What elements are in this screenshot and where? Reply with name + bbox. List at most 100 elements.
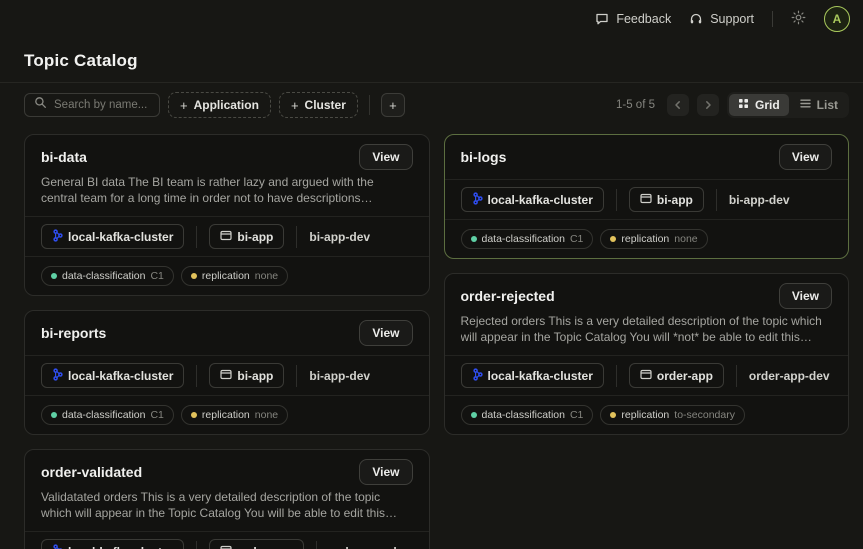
label-value: C1 bbox=[150, 409, 164, 421]
feedback-label: Feedback bbox=[616, 12, 672, 26]
grid-icon bbox=[738, 98, 749, 112]
card-tags-row: local-kafka-cluster order-app order-app-… bbox=[444, 355, 848, 395]
support-button[interactable]: Support bbox=[689, 12, 754, 26]
label-chip[interactable]: replication to-secondary bbox=[600, 405, 745, 425]
environment-tag[interactable]: bi-app-dev bbox=[729, 193, 790, 207]
label-dot-icon bbox=[470, 236, 477, 242]
cluster-tag-label: local-kafka-cluster bbox=[68, 368, 174, 383]
view-button[interactable]: View bbox=[359, 320, 413, 346]
application-tag-label: order-app bbox=[656, 368, 713, 383]
grid-view-button[interactable]: Grid bbox=[728, 94, 789, 116]
feedback-button[interactable]: Feedback bbox=[595, 12, 671, 26]
cards-column-right: bi-logs View local-kafka-cluster bi-app … bbox=[443, 134, 849, 435]
cards-column-left: bi-data View General BI data The BI team… bbox=[24, 134, 430, 549]
topic-card[interactable]: bi-reports View local-kafka-cluster bi-a… bbox=[24, 310, 430, 435]
toolbar-right: 1-5 of 5 Grid List bbox=[616, 92, 849, 118]
add-cluster-filter-button[interactable]: + Cluster bbox=[278, 92, 358, 118]
card-header: bi-logs View bbox=[445, 135, 849, 179]
topic-card[interactable]: bi-logs View local-kafka-cluster bi-app … bbox=[443, 134, 849, 259]
kafka-icon bbox=[52, 367, 63, 384]
cluster-tag[interactable]: local-kafka-cluster bbox=[460, 187, 604, 212]
card-labels-row: data-classification C1 replication none bbox=[25, 256, 429, 295]
card-tags-row: local-kafka-cluster bi-app bi-app-dev bbox=[25, 216, 429, 256]
previous-page-button[interactable] bbox=[666, 94, 689, 116]
environment-tag[interactable]: bi-app-dev bbox=[309, 369, 370, 383]
kafka-icon bbox=[472, 367, 483, 384]
topic-name: order-rejected bbox=[460, 288, 555, 304]
label-chip[interactable]: replication none bbox=[180, 405, 289, 425]
search-input[interactable] bbox=[54, 99, 150, 111]
card-labels-row: data-classification C1 replication none bbox=[25, 395, 429, 434]
topic-card[interactable]: order-validated View Validatated orders … bbox=[24, 449, 430, 549]
application-window-icon bbox=[220, 230, 232, 244]
cluster-tag[interactable]: local-kafka-cluster bbox=[460, 363, 604, 388]
add-application-filter-button[interactable]: + Application bbox=[168, 92, 271, 118]
next-page-button[interactable] bbox=[696, 94, 719, 116]
card-header: bi-data View bbox=[25, 135, 429, 179]
view-button[interactable]: View bbox=[359, 459, 413, 485]
topic-card[interactable]: bi-data View General BI data The BI team… bbox=[24, 134, 430, 296]
application-tag[interactable]: bi-app bbox=[209, 224, 285, 249]
topic-card[interactable]: order-rejected View Rejected orders This… bbox=[443, 273, 849, 435]
label-chip[interactable]: data-classification C1 bbox=[460, 405, 594, 425]
add-filter-button[interactable]: + bbox=[380, 93, 405, 117]
view-button[interactable]: View bbox=[778, 283, 832, 309]
cluster-tag-label: local-kafka-cluster bbox=[68, 545, 173, 549]
toolbar: + Application + Cluster + 1-5 of 5 bbox=[0, 83, 863, 127]
cluster-tag[interactable]: local-kafka-cluster bbox=[41, 224, 185, 249]
card-tags-row: local-kafka-cluster bi-app bi-app-dev bbox=[25, 355, 429, 395]
application-tag[interactable]: bi-app bbox=[628, 187, 704, 212]
label-value: C1 bbox=[569, 233, 584, 245]
label-value: none bbox=[254, 270, 279, 282]
tag-divider bbox=[615, 188, 617, 211]
application-window-icon bbox=[640, 193, 652, 207]
label-dot-icon bbox=[51, 412, 57, 418]
label-chip[interactable]: replication none bbox=[600, 229, 708, 249]
view-button[interactable]: View bbox=[778, 144, 832, 170]
application-window-icon bbox=[220, 369, 232, 383]
topic-name: bi-data bbox=[41, 149, 87, 165]
theme-toggle-button[interactable] bbox=[791, 10, 806, 28]
environment-tag[interactable]: order-app-dev bbox=[329, 545, 410, 549]
cluster-tag[interactable]: local-kafka-cluster bbox=[41, 363, 185, 388]
list-view-button[interactable]: List bbox=[791, 94, 847, 116]
tag-divider bbox=[735, 364, 737, 387]
application-tag[interactable]: order-app bbox=[209, 539, 305, 549]
avatar-initial: A bbox=[832, 12, 842, 26]
label-key: data-classification bbox=[62, 409, 146, 421]
environment-tag[interactable]: order-app-dev bbox=[749, 369, 830, 383]
tag-divider bbox=[715, 188, 717, 211]
view-button[interactable]: View bbox=[359, 144, 413, 170]
feedback-icon bbox=[595, 12, 609, 26]
application-tag-label: order-app bbox=[237, 545, 293, 549]
grid-view-label: Grid bbox=[754, 98, 780, 112]
kafka-icon bbox=[472, 191, 483, 208]
label-value: none bbox=[674, 233, 698, 245]
user-avatar[interactable]: A bbox=[824, 6, 850, 32]
search-box[interactable] bbox=[24, 93, 160, 117]
card-tags-row: local-kafka-cluster bi-app bi-app-dev bbox=[444, 179, 848, 219]
application-tag-label: bi-app bbox=[656, 192, 693, 207]
card-header: order-rejected View bbox=[445, 274, 849, 318]
label-chip[interactable]: data-classification C1 bbox=[41, 266, 174, 286]
application-filter-label: Application bbox=[193, 98, 259, 112]
view-mode-toggle: Grid List bbox=[726, 92, 849, 118]
label-chip[interactable]: data-classification C1 bbox=[41, 405, 174, 425]
card-labels-row: data-classification C1 replication none bbox=[444, 219, 848, 258]
tag-divider bbox=[196, 364, 198, 387]
cluster-tag[interactable]: local-kafka-cluster bbox=[41, 539, 185, 549]
label-chip[interactable]: replication none bbox=[180, 266, 289, 286]
environment-tag[interactable]: bi-app-dev bbox=[309, 230, 370, 244]
application-tag[interactable]: bi-app bbox=[209, 363, 285, 388]
tag-divider bbox=[615, 364, 617, 387]
topic-description: Rejected orders This is a very detailed … bbox=[460, 314, 822, 344]
chevron-right-icon bbox=[703, 98, 713, 113]
label-chip[interactable]: data-classification C1 bbox=[460, 229, 594, 249]
kafka-icon bbox=[52, 228, 63, 245]
tag-divider bbox=[196, 225, 198, 248]
toolbar-divider bbox=[368, 95, 370, 115]
topic-name: order-validated bbox=[41, 464, 143, 480]
plus-icon: + bbox=[389, 97, 397, 113]
application-tag[interactable]: order-app bbox=[628, 363, 724, 388]
plus-icon: + bbox=[290, 97, 299, 113]
